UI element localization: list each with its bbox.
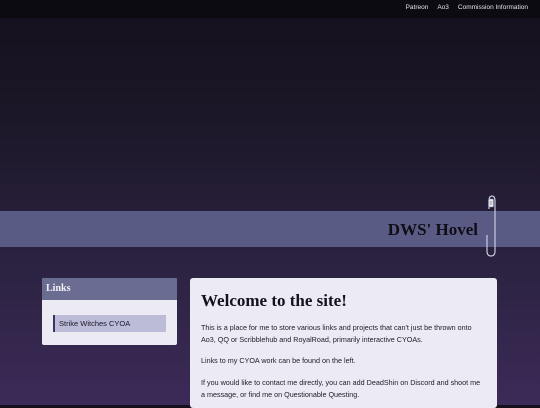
welcome-heading: Welcome to the site! xyxy=(201,291,347,310)
nav-link-ao3[interactable]: Ao3 xyxy=(437,4,449,11)
welcome-paragraph-intro: This is a place for me to store various … xyxy=(201,323,472,344)
welcome-paragraph-links: Links to my CYOA work can be found on th… xyxy=(201,356,356,365)
site-banner: DWS' Hovel xyxy=(0,211,540,247)
welcome-paragraph-contact: If you would like to contact me directly… xyxy=(201,378,481,399)
top-nav-links: Patreon Ao3 Commission Information xyxy=(406,4,528,11)
top-nav-bar: Patreon Ao3 Commission Information xyxy=(0,0,540,18)
welcome-panel: Welcome to the site! This is a place for… xyxy=(190,278,497,408)
links-panel-heading: Links xyxy=(42,278,177,300)
sidebar-item-strike-witches-cyoa[interactable]: Strike Witches CYOA xyxy=(53,315,166,332)
paperclip-icon xyxy=(486,195,496,257)
nav-link-patreon[interactable]: Patreon xyxy=(406,4,429,11)
site-title: DWS' Hovel xyxy=(387,220,478,239)
nav-link-commission-information[interactable]: Commission Information xyxy=(458,4,528,11)
links-panel: Links Strike Witches CYOA xyxy=(42,278,177,345)
